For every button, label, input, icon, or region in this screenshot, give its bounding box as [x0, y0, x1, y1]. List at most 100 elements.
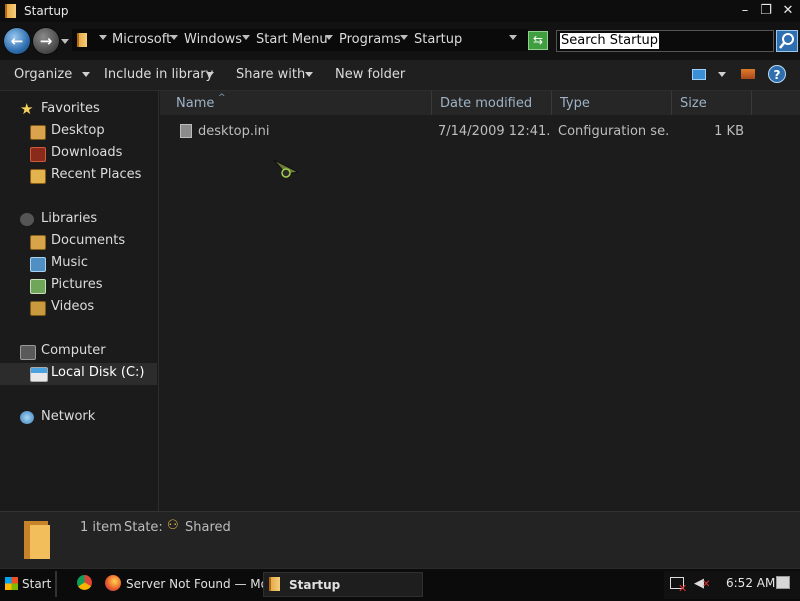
- breadcrumb-start-menu[interactable]: Start Menu: [256, 32, 328, 47]
- chevron-down-icon[interactable]: [325, 35, 333, 40]
- taskbar-item-startup[interactable]: Startup: [263, 572, 423, 597]
- column-header-size[interactable]: Size: [672, 91, 752, 115]
- firefox-icon: [105, 575, 121, 591]
- forward-button[interactable]: →: [33, 28, 59, 54]
- search-button[interactable]: [776, 30, 798, 52]
- nav-item-label: Music: [51, 255, 88, 270]
- maximize-button[interactable]: ❐: [757, 2, 775, 19]
- nav-item-downloads[interactable]: Downloads: [30, 144, 150, 164]
- system-tray: ✕ ◀ ✕ 6:52 AM: [664, 571, 800, 599]
- mouse-cursor-icon: [273, 159, 300, 178]
- organize-button[interactable]: Organize: [14, 67, 72, 82]
- downloads-icon: [30, 147, 46, 162]
- nav-network[interactable]: Network: [20, 408, 150, 428]
- preview-pane-button[interactable]: [741, 69, 755, 79]
- taskbar-item-firefox[interactable]: Server Not Found — Moz...: [101, 572, 286, 597]
- search-input[interactable]: Search Startup: [556, 30, 774, 52]
- share-with-button[interactable]: Share with: [236, 67, 305, 82]
- forward-arrow-icon: →: [39, 32, 53, 50]
- refresh-button[interactable]: ⇆: [528, 31, 548, 50]
- title-bar: Startup – ❐ ✕: [0, 0, 800, 22]
- taskbar-item-label: Server Not Found — Moz...: [126, 577, 286, 591]
- nav-favorites-label: Favorites: [41, 101, 100, 116]
- star-icon: ★: [20, 100, 34, 118]
- new-folder-button[interactable]: New folder: [335, 67, 405, 82]
- drive-icon: [30, 367, 48, 382]
- chrome-icon[interactable]: [77, 575, 92, 590]
- chevron-down-icon[interactable]: [242, 35, 250, 40]
- nav-item-label: Downloads: [51, 145, 123, 160]
- taskbar-divider: [55, 571, 57, 597]
- breadcrumb-windows[interactable]: Windows: [184, 32, 242, 47]
- nav-computer[interactable]: Computer: [20, 342, 150, 362]
- column-header-label: Type: [560, 96, 590, 111]
- chevron-down-icon[interactable]: [99, 35, 107, 40]
- chevron-down-icon[interactable]: [170, 35, 178, 40]
- view-options-dropdown[interactable]: [718, 72, 726, 77]
- sort-ascending-icon: ^: [218, 93, 226, 103]
- address-history-dropdown[interactable]: [509, 35, 517, 40]
- item-count: 1 item: [80, 520, 122, 535]
- back-button[interactable]: ←: [4, 28, 30, 54]
- folder-icon: [24, 521, 50, 559]
- recent-pages-dropdown[interactable]: [61, 39, 69, 44]
- chevron-down-icon: [82, 72, 90, 77]
- column-header-type[interactable]: Type: [552, 91, 672, 115]
- breadcrumb-programs[interactable]: Programs: [339, 32, 401, 47]
- table-row[interactable]: desktop.ini 7/14/2009 12:41... Configura…: [160, 120, 800, 142]
- address-row: ← → Microsoft Windows Start Menu Program…: [0, 22, 800, 60]
- address-bar[interactable]: Microsoft Windows Start Menu Programs St…: [72, 29, 528, 51]
- nav-favorites[interactable]: ★ Favorites: [20, 100, 150, 120]
- windows-logo-icon: [5, 577, 18, 590]
- nav-item-label: Pictures: [51, 277, 103, 292]
- nav-item-recent-places[interactable]: Recent Places: [30, 166, 155, 186]
- column-header-row: Name ^ Date modified Type Size: [160, 91, 800, 115]
- clock[interactable]: 6:52 AM: [726, 576, 775, 590]
- start-button[interactable]: Start: [2, 572, 52, 597]
- column-header-label: Name: [176, 96, 215, 111]
- nav-computer-label: Computer: [41, 343, 106, 358]
- documents-icon: [30, 235, 46, 250]
- nav-libraries-label: Libraries: [41, 211, 98, 226]
- nav-item-label: Desktop: [51, 123, 105, 138]
- nav-item-desktop[interactable]: Desktop: [30, 122, 150, 142]
- nav-libraries[interactable]: Libraries: [20, 210, 150, 230]
- computer-icon: [20, 345, 36, 360]
- state-label: State:: [124, 520, 163, 535]
- mute-icon: ✕: [702, 579, 711, 590]
- include-in-library-button[interactable]: Include in library: [104, 67, 213, 82]
- nav-item-label: Local Disk (C:): [51, 365, 145, 380]
- nav-item-music[interactable]: Music: [30, 254, 150, 274]
- config-file-icon: [180, 124, 192, 138]
- column-header-date-modified[interactable]: Date modified: [432, 91, 552, 115]
- column-header-name[interactable]: Name ^: [168, 91, 432, 115]
- close-button[interactable]: ✕: [779, 2, 797, 19]
- window-title: Startup: [24, 4, 69, 18]
- network-icon: [20, 411, 34, 424]
- nav-item-documents[interactable]: Documents: [30, 232, 150, 252]
- start-label: Start: [22, 577, 52, 591]
- action-center-icon[interactable]: [776, 576, 790, 589]
- change-view-button[interactable]: [692, 69, 706, 80]
- nav-item-local-disk[interactable]: Local Disk (C:): [0, 363, 157, 385]
- file-type: Configuration se...: [558, 124, 670, 139]
- error-badge-icon: ✕: [678, 582, 688, 595]
- pictures-icon: [30, 279, 46, 294]
- breadcrumb-startup[interactable]: Startup: [414, 32, 462, 47]
- details-pane: 1 item State: ⚇ Shared: [0, 511, 800, 569]
- refresh-icon: ⇆: [532, 33, 544, 47]
- help-button[interactable]: ?: [768, 65, 786, 83]
- folder-icon: [269, 577, 280, 591]
- minimize-button[interactable]: –: [736, 2, 754, 19]
- search-placeholder: Search Startup: [560, 33, 660, 49]
- file-size: 1 KB: [714, 124, 744, 139]
- search-icon: [779, 33, 794, 49]
- folder-icon: [5, 4, 16, 18]
- nav-item-label: Recent Places: [51, 167, 142, 182]
- breadcrumb-microsoft[interactable]: Microsoft: [112, 32, 171, 47]
- nav-item-pictures[interactable]: Pictures: [30, 276, 150, 296]
- file-list: Name ^ Date modified Type Size desktop.i…: [160, 91, 800, 511]
- chevron-down-icon[interactable]: [400, 35, 408, 40]
- shared-icon: ⚇: [167, 518, 179, 533]
- nav-item-videos[interactable]: Videos: [30, 298, 150, 318]
